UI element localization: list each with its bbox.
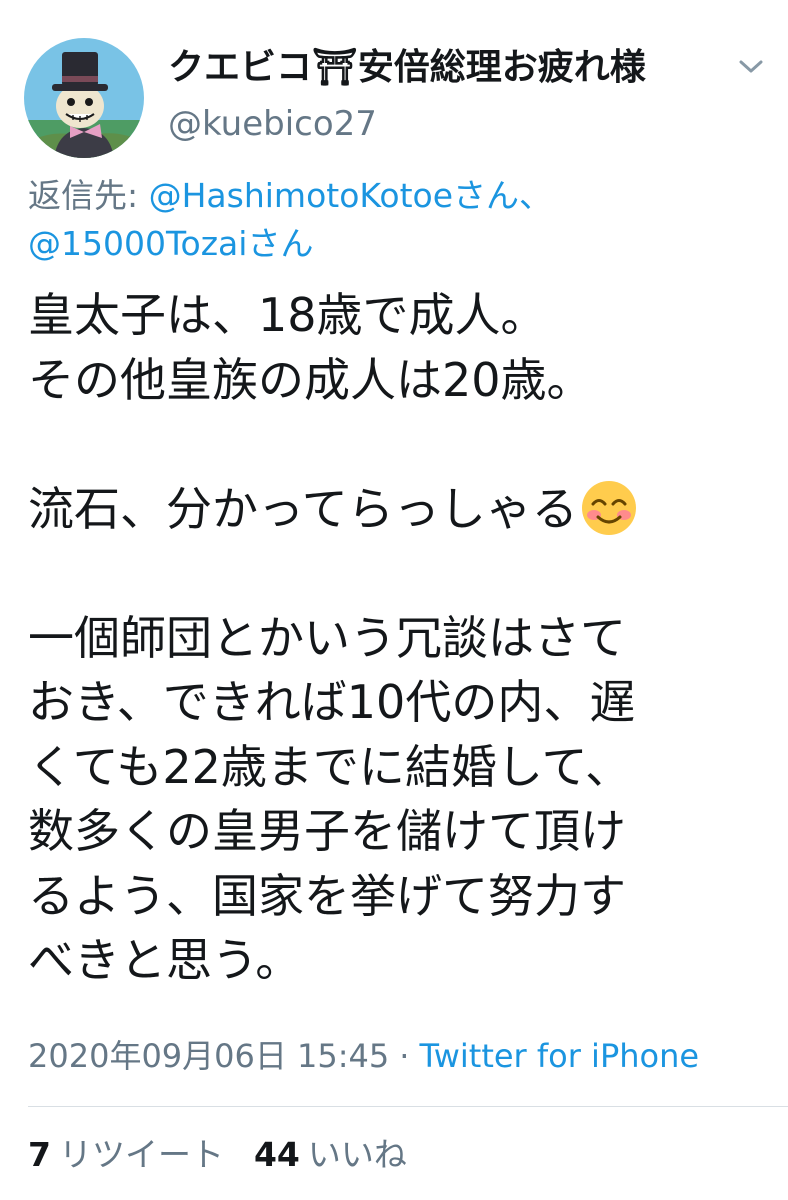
display-name[interactable]: クエビコ⛩安倍総理お疲れ様 [168,44,646,92]
tweet-text-line: 皇太子は、18歳で成人。 [28,288,547,342]
retweets-stat[interactable]: 7 リツイート [28,1135,224,1174]
smiling-face-emoji-icon [580,479,638,537]
reply-to-user-link[interactable]: @15000Tozai [28,224,247,263]
divider [28,1106,788,1107]
tweet-text-line: 一個師団とかいう冗談はさて [28,610,626,665]
meta-separator: · [399,1037,410,1075]
tweet-text-line: べきと思う。 [28,933,302,987]
tweet-text-span: 流石、分かってらっしゃる [28,481,578,536]
reply-to-line: 返信先: @HashimotoKotoeさん、 [28,174,552,218]
reply-to-line: @15000Tozaiさん [28,222,313,266]
tweet-meta: 2020年09月06日 15:45 · Twitter for iPhone [28,1034,699,1078]
tweet-text-line: おき、できれば10代の内、遅 [28,675,636,729]
source-link[interactable]: Twitter for iPhone [419,1037,699,1075]
retweets-count: 7 [28,1135,51,1174]
tweet-text: 皇太子は、18歳で成人。 その他皇族の成人は20歳。 流石、分かってらっしゃる … [28,283,768,993]
tweet-detail: クエビコ⛩安倍総理お疲れ様 @kuebico27 返信先: @Hashimoto… [0,0,788,1200]
reply-to-suffix: さん、 [453,176,553,215]
retweets-label: リツイート [58,1135,224,1174]
tweet-stats: 7 リツイート 44 いいね [28,1133,407,1177]
reply-to-prefix: 返信先: [28,176,149,215]
avatar-scarecrow-icon [24,38,144,158]
chevron-down-icon[interactable] [734,52,768,82]
tweet-text-line: くても22歳までに結婚して、 [28,739,632,794]
user-handle[interactable]: @kuebico27 [168,102,377,146]
timestamp[interactable]: 2020年09月06日 15:45 [28,1037,389,1075]
tweet-text-line [28,541,768,606]
tweet-text-line [28,412,768,477]
likes-stat[interactable]: 44 いいね [254,1135,407,1174]
tweet-text-line: 流石、分かってらっしゃる [28,477,768,542]
reply-to-suffix: さん [247,224,314,263]
tweet-text-line: その他皇族の成人は20歳。 [28,352,593,407]
reply-to-user-link[interactable]: @HashimotoKotoe [149,176,453,215]
likes-label: いいね [307,1135,407,1174]
tweet-text-line: 数多くの皇男子を儲けて頂け [28,804,626,858]
likes-count: 44 [253,1135,300,1174]
avatar[interactable] [24,38,144,158]
tweet-text-line: るよう、国家を挙げて努力す [28,868,626,923]
